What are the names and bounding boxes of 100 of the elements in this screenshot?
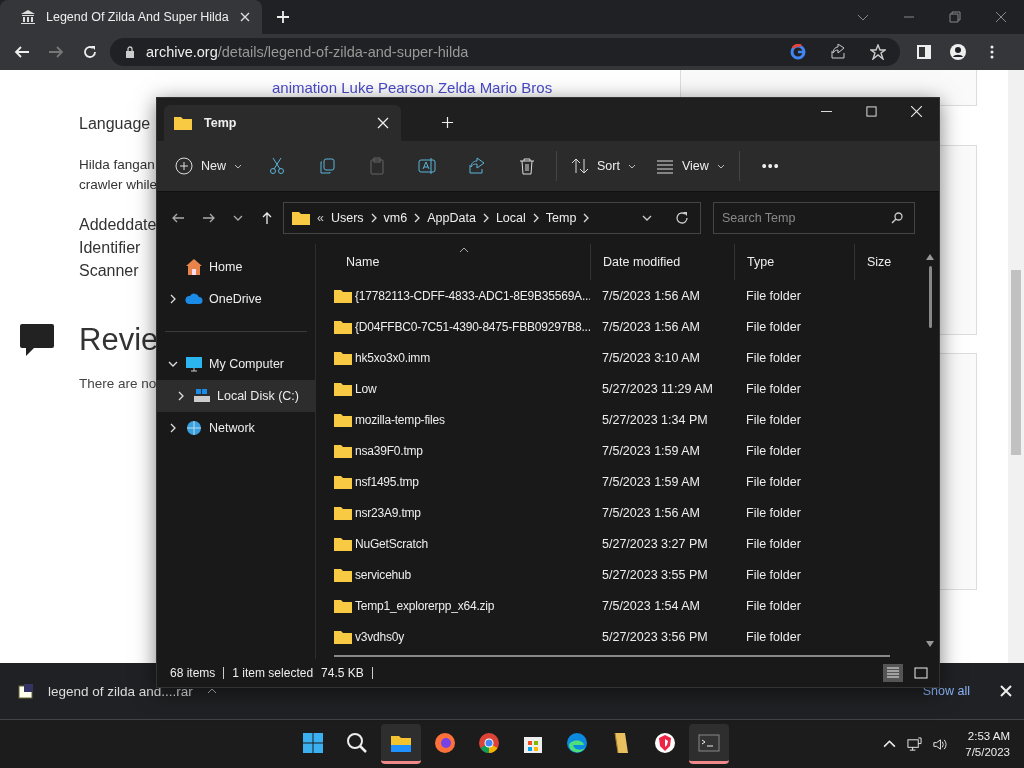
sort-button[interactable]: Sort [565,151,642,181]
date-cell-text: 5/27/2023 3:55 PM [601,567,709,582]
chevron-right-icon[interactable] [583,213,590,223]
trash-icon [518,157,536,175]
caret-icon [716,163,725,169]
file-name[interactable]: NuGetScratch [355,536,428,551]
chevron-down-icon[interactable] [168,359,178,369]
date-cell-text: 5/27/2023 3:27 PM [601,536,709,551]
overflow-chevrons[interactable]: « [317,211,324,225]
folder-icon [174,116,192,130]
sidebar-item[interactable]: Network [157,412,315,444]
speaker-icon[interactable] [932,736,948,752]
sidebar-item[interactable]: Local Disk (C:) [157,380,315,412]
chevron-right-icon[interactable] [176,391,186,401]
caret-icon [627,163,636,169]
chevron-right-icon[interactable] [168,294,178,304]
scrollbar[interactable] [1008,70,1024,663]
chevron-right-icon[interactable] [168,423,178,433]
breadcrumb-item[interactable]: AppData [427,211,476,225]
chevron-right-icon[interactable] [482,213,489,223]
file-name[interactable]: nsa39F0.tmp [355,443,423,458]
scrollbar[interactable] [925,254,935,647]
reload-icon[interactable] [82,44,98,60]
back-arrow-icon[interactable] [171,211,185,225]
topics-link[interactable]: animation Luke Pearson Zelda Mario Bros [272,79,553,96]
breadcrumb-item[interactable]: Users [330,211,364,225]
reviews-heading: Revie [79,322,159,358]
address-bar[interactable]: archive.org/details/legend-of-zilda-and-super-hilda [110,38,900,66]
tiles-view-button[interactable] [911,664,931,682]
file-name[interactable]: servicehub [355,567,412,582]
type-cell-text: File folder [745,412,802,427]
item-count: 68 items [170,666,216,680]
computer-icon [185,355,203,373]
file-name[interactable]: nsr23A9.tmp [355,505,421,520]
file-name[interactable]: hk5xo3x0.imm [355,350,430,365]
url-text: archive.org/details/legend-of-zilda-and-super-hilda [146,44,469,60]
horizontal-scrollbar[interactable] [334,655,890,657]
sidebar-item[interactable]: My Computer [157,348,315,380]
date-cell-text: 7/5/2023 1:54 AM [601,598,701,613]
file-name[interactable]: Temp1_explorerpp_x64.zip [355,598,495,613]
search-field[interactable]: Search Temp [713,202,915,234]
file-name[interactable]: mozilla-temp-files [355,412,445,427]
file-name[interactable]: {D04FFBC0-7C51-4390-8475-FBB09297B8... [355,319,590,334]
type-cell-text: File folder [745,536,802,551]
column-header[interactable]: Date modified [590,244,734,280]
breadcrumb-item[interactable]: vm6 [383,211,408,225]
restore-icon[interactable] [949,11,961,23]
chevron-right-icon[interactable] [414,213,421,223]
star-icon[interactable] [870,44,886,60]
scroll-down-icon[interactable] [926,641,934,647]
taskbar-app[interactable] [381,724,421,764]
side-panel-icon[interactable] [916,44,932,60]
share-icon[interactable] [830,44,846,60]
network-icon [185,419,203,437]
language-label: Language [79,114,151,134]
browser-tab[interactable]: Legend Of Zilda And Super Hilda [0,0,262,34]
up-arrow-icon[interactable] [260,211,274,225]
chevron-right-icon[interactable] [532,213,539,223]
file-name[interactable]: nsf1495.tmp [355,474,419,489]
details-view-button[interactable] [883,664,903,682]
view-button[interactable]: View [649,151,731,181]
breadcrumb-item[interactable]: Local [495,211,526,225]
column-header[interactable]: Size [854,244,914,280]
maximize-icon[interactable] [866,106,877,117]
file-name[interactable]: {17782113-CDFF-4833-ADC1-8E9B35569A... [355,288,590,303]
chevron-down-icon[interactable] [233,215,243,221]
column-header[interactable]: Name [334,244,590,280]
chevron-right-icon[interactable] [370,213,377,223]
file-name[interactable]: Low [355,381,377,396]
address-bar[interactable]: « Users vm6 AppData Local Temp [283,202,701,234]
explorer-tab[interactable]: Temp [164,105,401,141]
description-text: crawler while [79,176,158,194]
selection-size: 74.5 KB [321,666,364,680]
more-button[interactable]: ••• [747,152,794,180]
clock-date: 7/5/2023 [965,745,1010,760]
sidebar-item[interactable]: Home [157,251,315,283]
profile-icon[interactable] [950,44,966,60]
taskbar-app[interactable] [689,724,729,764]
lines-icon [655,157,674,175]
type-cell-text: File folder [745,505,802,520]
refresh-icon[interactable] [675,211,689,225]
folder-icon [334,443,352,458]
folder-icon [334,598,352,613]
plus-icon[interactable] [276,10,290,24]
network-icon[interactable] [907,736,923,752]
date-cell-text: 5/27/2023 11:29 AM [601,381,714,396]
new-button[interactable]: New [169,151,248,181]
file-name[interactable]: v3vdhs0y [355,629,405,644]
g-logo-icon[interactable] [790,44,806,60]
scissors-icon [268,157,286,175]
breadcrumb-item[interactable]: Temp [545,211,577,225]
sidebar-item[interactable]: OneDrive [157,283,315,315]
plus-icon[interactable] [441,116,454,129]
folder-icon [334,412,352,427]
forward-arrow-icon[interactable] [202,211,216,225]
column-header[interactable]: Type [734,244,854,280]
type-cell-text: File folder [745,288,802,303]
back-arrow-icon[interactable] [14,44,30,60]
chevron-down-icon[interactable] [642,215,652,221]
scroll-up-icon[interactable] [926,254,934,260]
